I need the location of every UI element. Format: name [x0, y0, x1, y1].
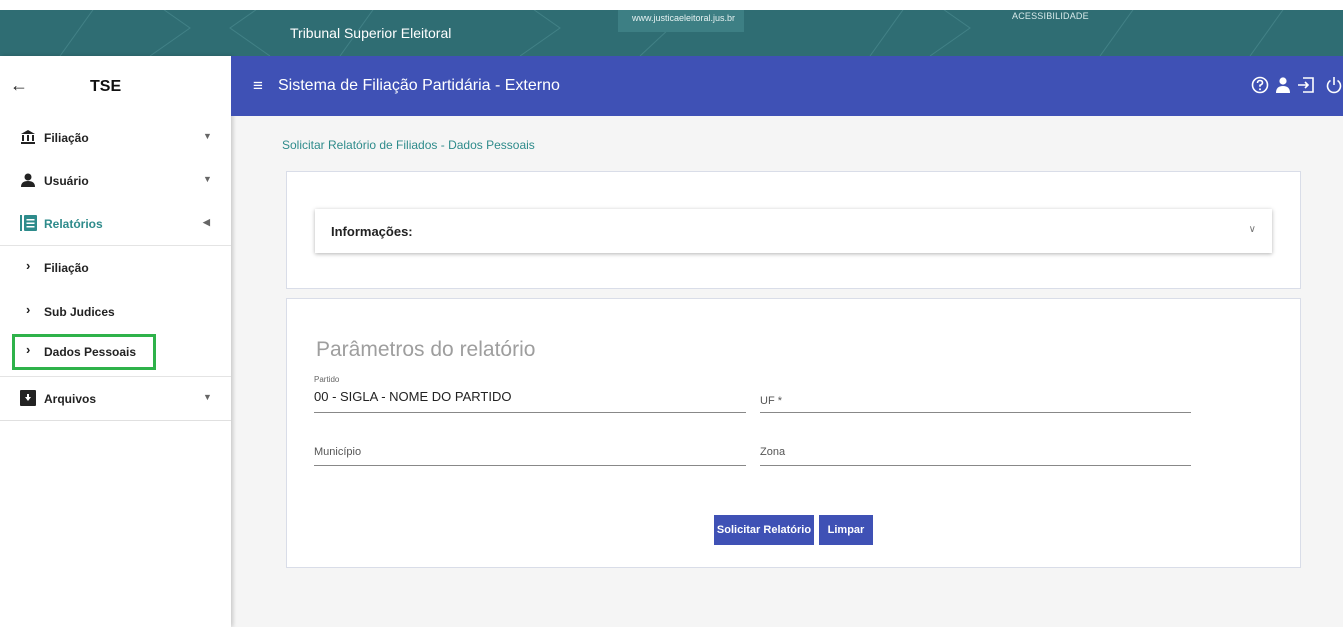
sidebar-brand: TSE — [90, 78, 122, 95]
sidebar-item-label: Relatórios — [44, 217, 103, 231]
info-panel-label: Informações: — [331, 224, 413, 239]
zona-placeholder: Zona — [760, 446, 786, 458]
partido-value: 00 - SIGLA - NOME DO PARTIDO — [314, 389, 512, 404]
submenu-spacer — [0, 370, 231, 376]
menu-icon[interactable]: ≡ — [253, 76, 263, 96]
limpar-button[interactable]: Limpar — [819, 515, 873, 545]
archive-icon — [20, 390, 36, 406]
sidebar-item-label: Arquivos — [44, 392, 97, 406]
sidebar-subitem-label: Filiação — [44, 261, 89, 275]
sidebar-item-usuario[interactable]: Usuário ▼ — [0, 159, 231, 202]
report-icon — [20, 215, 37, 231]
chevron-right-icon: › — [26, 302, 31, 317]
partido-field[interactable]: Partido 00 - SIGLA - NOME DO PARTIDO — [314, 375, 746, 413]
sidebar-item-filiacao[interactable]: Filiação ▼ — [0, 116, 231, 159]
sidebar-header: ← TSE — [0, 56, 231, 116]
sidebar-subitem-dados-pessoais[interactable]: › Dados Pessoais — [12, 334, 156, 370]
partido-label: Partido — [314, 375, 340, 384]
sidebar-subitem-filiacao[interactable]: › Filiação — [0, 246, 231, 290]
bank-icon — [20, 129, 36, 145]
sidebar-submenu: › Filiação › Sub Judices › Dados Pessoai… — [0, 245, 231, 377]
chevron-down-icon[interactable]: ∨ — [1249, 224, 1256, 235]
banner-title: Tribunal Superior Eleitoral — [290, 25, 452, 41]
caret-down-icon: ▼ — [203, 131, 212, 141]
uf-field[interactable]: UF * — [760, 375, 1191, 413]
zona-field[interactable]: Zona — [760, 439, 1191, 466]
uf-placeholder: UF * — [760, 395, 782, 407]
chevron-right-icon: › — [26, 258, 31, 273]
site-link[interactable]: www.justicaeleitoral.jus.br — [618, 10, 744, 32]
sidebar-divider — [0, 420, 231, 421]
sidebar-item-label: Usuário — [44, 174, 89, 188]
sidebar: ← TSE Filiação ▼ Usuário ▼ Relatórios ◀ … — [0, 56, 231, 627]
sidebar-subitem-label: Sub Judices — [44, 305, 115, 319]
breadcrumb[interactable]: Solicitar Relatório de Filiados - Dados … — [282, 138, 535, 152]
sidebar-item-relatorios[interactable]: Relatórios ◀ — [0, 202, 231, 245]
app-bar: ≡ Sistema de Filiação Partidária - Exter… — [231, 56, 1343, 116]
info-card: Informações: ∨ — [286, 171, 1301, 289]
arrow-left-icon[interactable]: ← — [10, 75, 28, 96]
accessibility-link[interactable]: ACESSIBILIDADE — [1012, 11, 1089, 21]
appbar-actions — [1251, 76, 1343, 99]
user-icon[interactable] — [1275, 76, 1291, 99]
logout-icon[interactable] — [1297, 76, 1315, 99]
section-title: Parâmetros do relatório — [316, 338, 536, 361]
sidebar-item-label: Filiação — [44, 131, 89, 145]
chevron-right-icon: › — [26, 342, 31, 357]
info-panel[interactable]: Informações: ∨ — [315, 209, 1272, 253]
help-icon[interactable] — [1251, 76, 1269, 99]
caret-left-icon: ◀ — [203, 217, 210, 227]
caret-down-icon: ▼ — [203, 392, 212, 402]
sidebar-subitem-label: Dados Pessoais — [44, 345, 137, 359]
sidebar-item-arquivos[interactable]: Arquivos ▼ — [0, 377, 231, 420]
person-icon — [20, 172, 36, 188]
municipio-placeholder: Município — [314, 446, 362, 458]
top-strip — [0, 0, 1343, 10]
report-params-card: Parâmetros do relatório Partido 00 - SIG… — [286, 298, 1301, 568]
sidebar-subitem-sub-judices[interactable]: › Sub Judices — [0, 290, 231, 334]
app-title: Sistema de Filiação Partidária - Externo — [278, 77, 560, 94]
power-icon[interactable] — [1325, 76, 1343, 99]
municipio-field[interactable]: Município — [314, 439, 746, 466]
solicitar-relatorio-button[interactable]: Solicitar Relatório — [714, 515, 814, 545]
caret-down-icon: ▼ — [203, 174, 212, 184]
